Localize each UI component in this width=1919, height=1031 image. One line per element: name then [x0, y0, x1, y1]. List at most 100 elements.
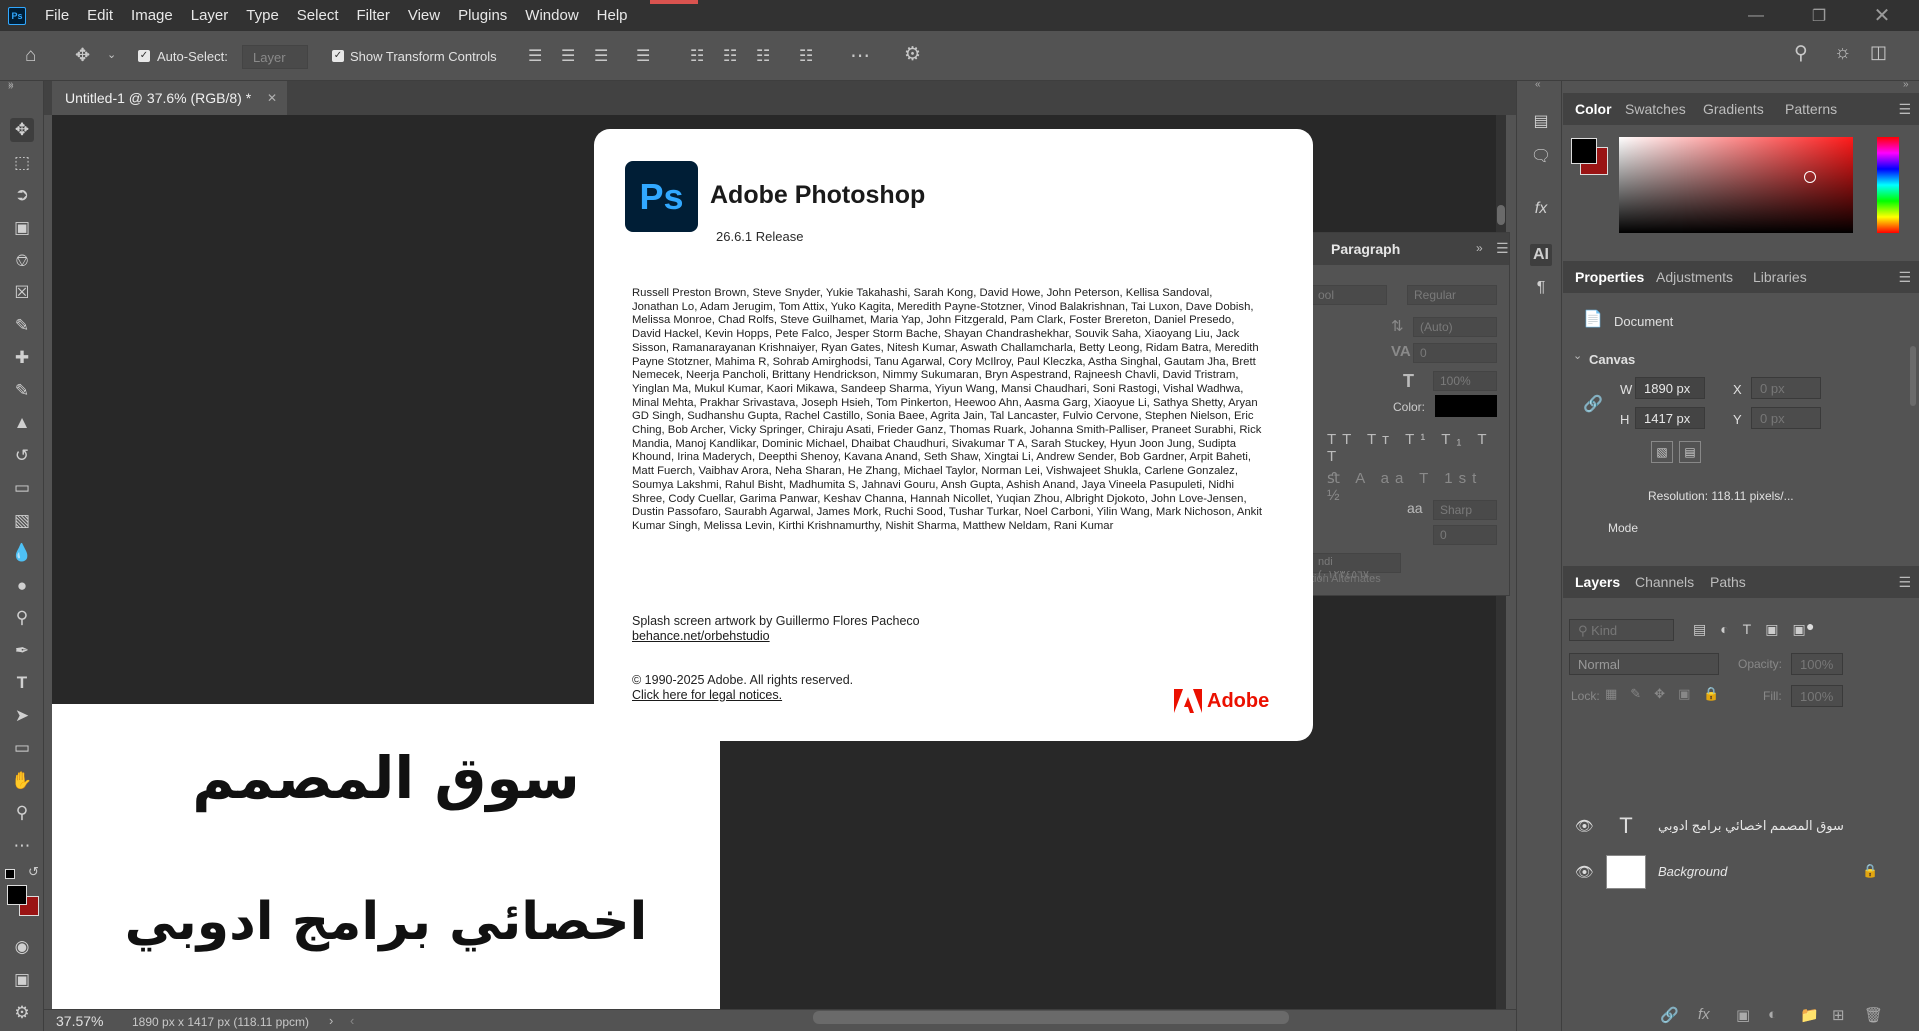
align-middle-icon[interactable]: ☷: [723, 46, 737, 66]
vertical-scale-field[interactable]: 100%: [1433, 371, 1497, 391]
opentype-buttons-icon[interactable]: ﬆ A aa T 1st ½: [1327, 469, 1509, 504]
document-tab[interactable]: Untitled-1 @ 37.6% (RGB/8) * ✕: [52, 81, 287, 115]
tab-layers[interactable]: Layers: [1575, 566, 1620, 598]
history-icon[interactable]: ▤: [1530, 111, 1552, 133]
tab-libraries[interactable]: Libraries: [1753, 261, 1807, 293]
chevron-left-icon[interactable]: ‹: [350, 1013, 354, 1028]
discover-lightbulb-icon[interactable]: ☼: [1834, 42, 1851, 64]
lock-options-icons[interactable]: ▦✎✥▣🔒: [1605, 686, 1733, 702]
type-tool-icon[interactable]: T: [10, 671, 34, 695]
language-field[interactable]: ndi (٠١٢٣٤٥٦٧...: [1311, 553, 1401, 581]
pen-tool-icon[interactable]: ✒: [10, 639, 34, 663]
properties-scroll-thumb[interactable]: [1910, 346, 1916, 406]
gear-icon[interactable]: ⚙: [904, 43, 921, 66]
blur-tool-icon[interactable]: 💧: [10, 541, 34, 565]
opacity-field[interactable]: 100%: [1791, 653, 1843, 675]
auto-select-checkbox[interactable]: ✓: [138, 50, 150, 62]
foreground-color-swatch[interactable]: [1571, 138, 1597, 164]
distribute-horizontal-icon[interactable]: ☷: [799, 46, 813, 66]
blend-mode-dropdown[interactable]: Normal: [1569, 653, 1719, 675]
object-selection-icon[interactable]: ▣: [10, 216, 34, 240]
tab-properties[interactable]: Properties: [1575, 261, 1644, 293]
tab-paragraph[interactable]: Paragraph: [1331, 241, 1400, 257]
tab-gradients[interactable]: Gradients: [1703, 93, 1764, 125]
visibility-eye-icon[interactable]: 👁: [1575, 817, 1594, 835]
align-left-icon[interactable]: ☰: [528, 46, 542, 66]
vertical-scroll-thumb[interactable]: [1497, 205, 1505, 225]
fx-icon[interactable]: fx: [1698, 1006, 1710, 1023]
link-icon[interactable]: 🔗: [1583, 394, 1603, 414]
healing-brush-icon[interactable]: ✚: [10, 346, 34, 370]
color-field[interactable]: [1619, 137, 1853, 233]
gradient-tool-icon[interactable]: ▧: [10, 509, 34, 533]
trash-icon[interactable]: 🗑: [1864, 1006, 1883, 1024]
chevron-down-icon[interactable]: ⌄: [1573, 349, 1582, 362]
swap-colors-icon[interactable]: ↺: [28, 864, 39, 880]
layer-row-background[interactable]: 👁 Background 🔒: [1563, 849, 1903, 895]
brush-tool-icon[interactable]: ✎: [10, 379, 34, 403]
hue-slider[interactable]: [1877, 137, 1899, 233]
show-transform-checkbox[interactable]: ✓: [332, 50, 344, 62]
fill-field[interactable]: 100%: [1791, 685, 1843, 707]
dodge-tool-icon[interactable]: ●: [10, 574, 34, 598]
comments-icon[interactable]: 🗨: [1530, 146, 1552, 168]
collapse-arrows-icon[interactable]: »: [1903, 79, 1909, 90]
leading-field[interactable]: (Auto): [1413, 317, 1497, 337]
menu-window[interactable]: Window: [516, 0, 587, 31]
layer-filter-icons[interactable]: ▤◐T▣▣: [1693, 621, 1820, 638]
more-tools-icon[interactable]: ⋯: [10, 834, 34, 858]
restore-icon[interactable]: ❐: [1789, 0, 1849, 31]
edit-toolbar-icon[interactable]: ⚙: [10, 1001, 34, 1025]
layer-filter-field[interactable]: ⚲ Kind: [1569, 619, 1674, 641]
align-bottom-icon[interactable]: ☷: [756, 46, 770, 66]
align-right-icon[interactable]: ☰: [594, 46, 608, 66]
frame-tool-icon[interactable]: ☒: [10, 281, 34, 305]
paragraph-icon[interactable]: ¶: [1530, 277, 1552, 299]
menu-plugins[interactable]: Plugins: [449, 0, 516, 31]
tab-paths[interactable]: Paths: [1710, 566, 1746, 598]
minimize-icon[interactable]: —: [1726, 0, 1786, 31]
close-window-icon[interactable]: ✕: [1852, 0, 1912, 31]
zoom-level[interactable]: 37.57%: [56, 1013, 103, 1029]
menu-view[interactable]: View: [399, 0, 449, 31]
menu-file[interactable]: File: [36, 0, 78, 31]
layer-name[interactable]: سوق المصمم اخصائي برامج ادوبي: [1658, 818, 1844, 834]
home-icon[interactable]: ⌂: [25, 45, 36, 67]
character-icon[interactable]: AI: [1530, 244, 1552, 266]
default-colors-icon[interactable]: [5, 869, 15, 879]
width-field[interactable]: 1890 px: [1635, 377, 1705, 399]
search-icon[interactable]: ⚲: [1794, 42, 1808, 65]
x-field[interactable]: 0 px: [1751, 377, 1821, 399]
path-selection-icon[interactable]: ➤: [10, 704, 34, 728]
text-color-swatch[interactable]: [1435, 395, 1497, 417]
antialias-field[interactable]: Sharp: [1433, 500, 1497, 520]
clone-stamp-icon[interactable]: ▲: [10, 411, 34, 435]
lasso-tool-icon[interactable]: ➲: [10, 183, 34, 207]
menu-filter[interactable]: Filter: [348, 0, 399, 31]
layer-row-text[interactable]: 👁 T سوق المصمم اخصائي برامج ادوبي: [1563, 803, 1903, 849]
rectangle-tool-icon[interactable]: ▭: [10, 736, 34, 760]
menu-type[interactable]: Type: [237, 0, 288, 31]
collapse-arrows-icon[interactable]: «: [1535, 79, 1541, 90]
align-top-icon[interactable]: ☷: [690, 46, 704, 66]
filter-toggle-icon[interactable]: ●: [1806, 618, 1814, 634]
menu-image[interactable]: Image: [122, 0, 182, 31]
font-style-field[interactable]: Regular: [1407, 285, 1497, 305]
eraser-tool-icon[interactable]: ▭: [10, 476, 34, 500]
tab-swatches[interactable]: Swatches: [1625, 93, 1686, 125]
align-center-icon[interactable]: ☰: [561, 46, 575, 66]
adjustment-layer-icon[interactable]: ◐: [1768, 1006, 1777, 1023]
panel-menu-icon[interactable]: ☰: [1898, 566, 1911, 598]
crop-tool-icon[interactable]: ⎊: [10, 249, 34, 273]
horizontal-scroll-thumb[interactable]: [813, 1011, 1289, 1024]
tab-color[interactable]: Color: [1575, 93, 1612, 125]
color-picker-marker[interactable]: [1804, 171, 1816, 183]
menu-layer[interactable]: Layer: [182, 0, 238, 31]
chevron-down-icon[interactable]: ⌄: [107, 48, 116, 61]
chevron-right-icon[interactable]: ›: [329, 1013, 333, 1028]
y-field[interactable]: 0 px: [1751, 407, 1821, 429]
link-layers-icon[interactable]: 🔗: [1660, 1006, 1679, 1024]
marquee-tool-icon[interactable]: ⬚: [10, 151, 34, 175]
quick-mask-icon[interactable]: ◉: [10, 935, 34, 959]
burn-tool-icon[interactable]: ⚲: [10, 606, 34, 630]
